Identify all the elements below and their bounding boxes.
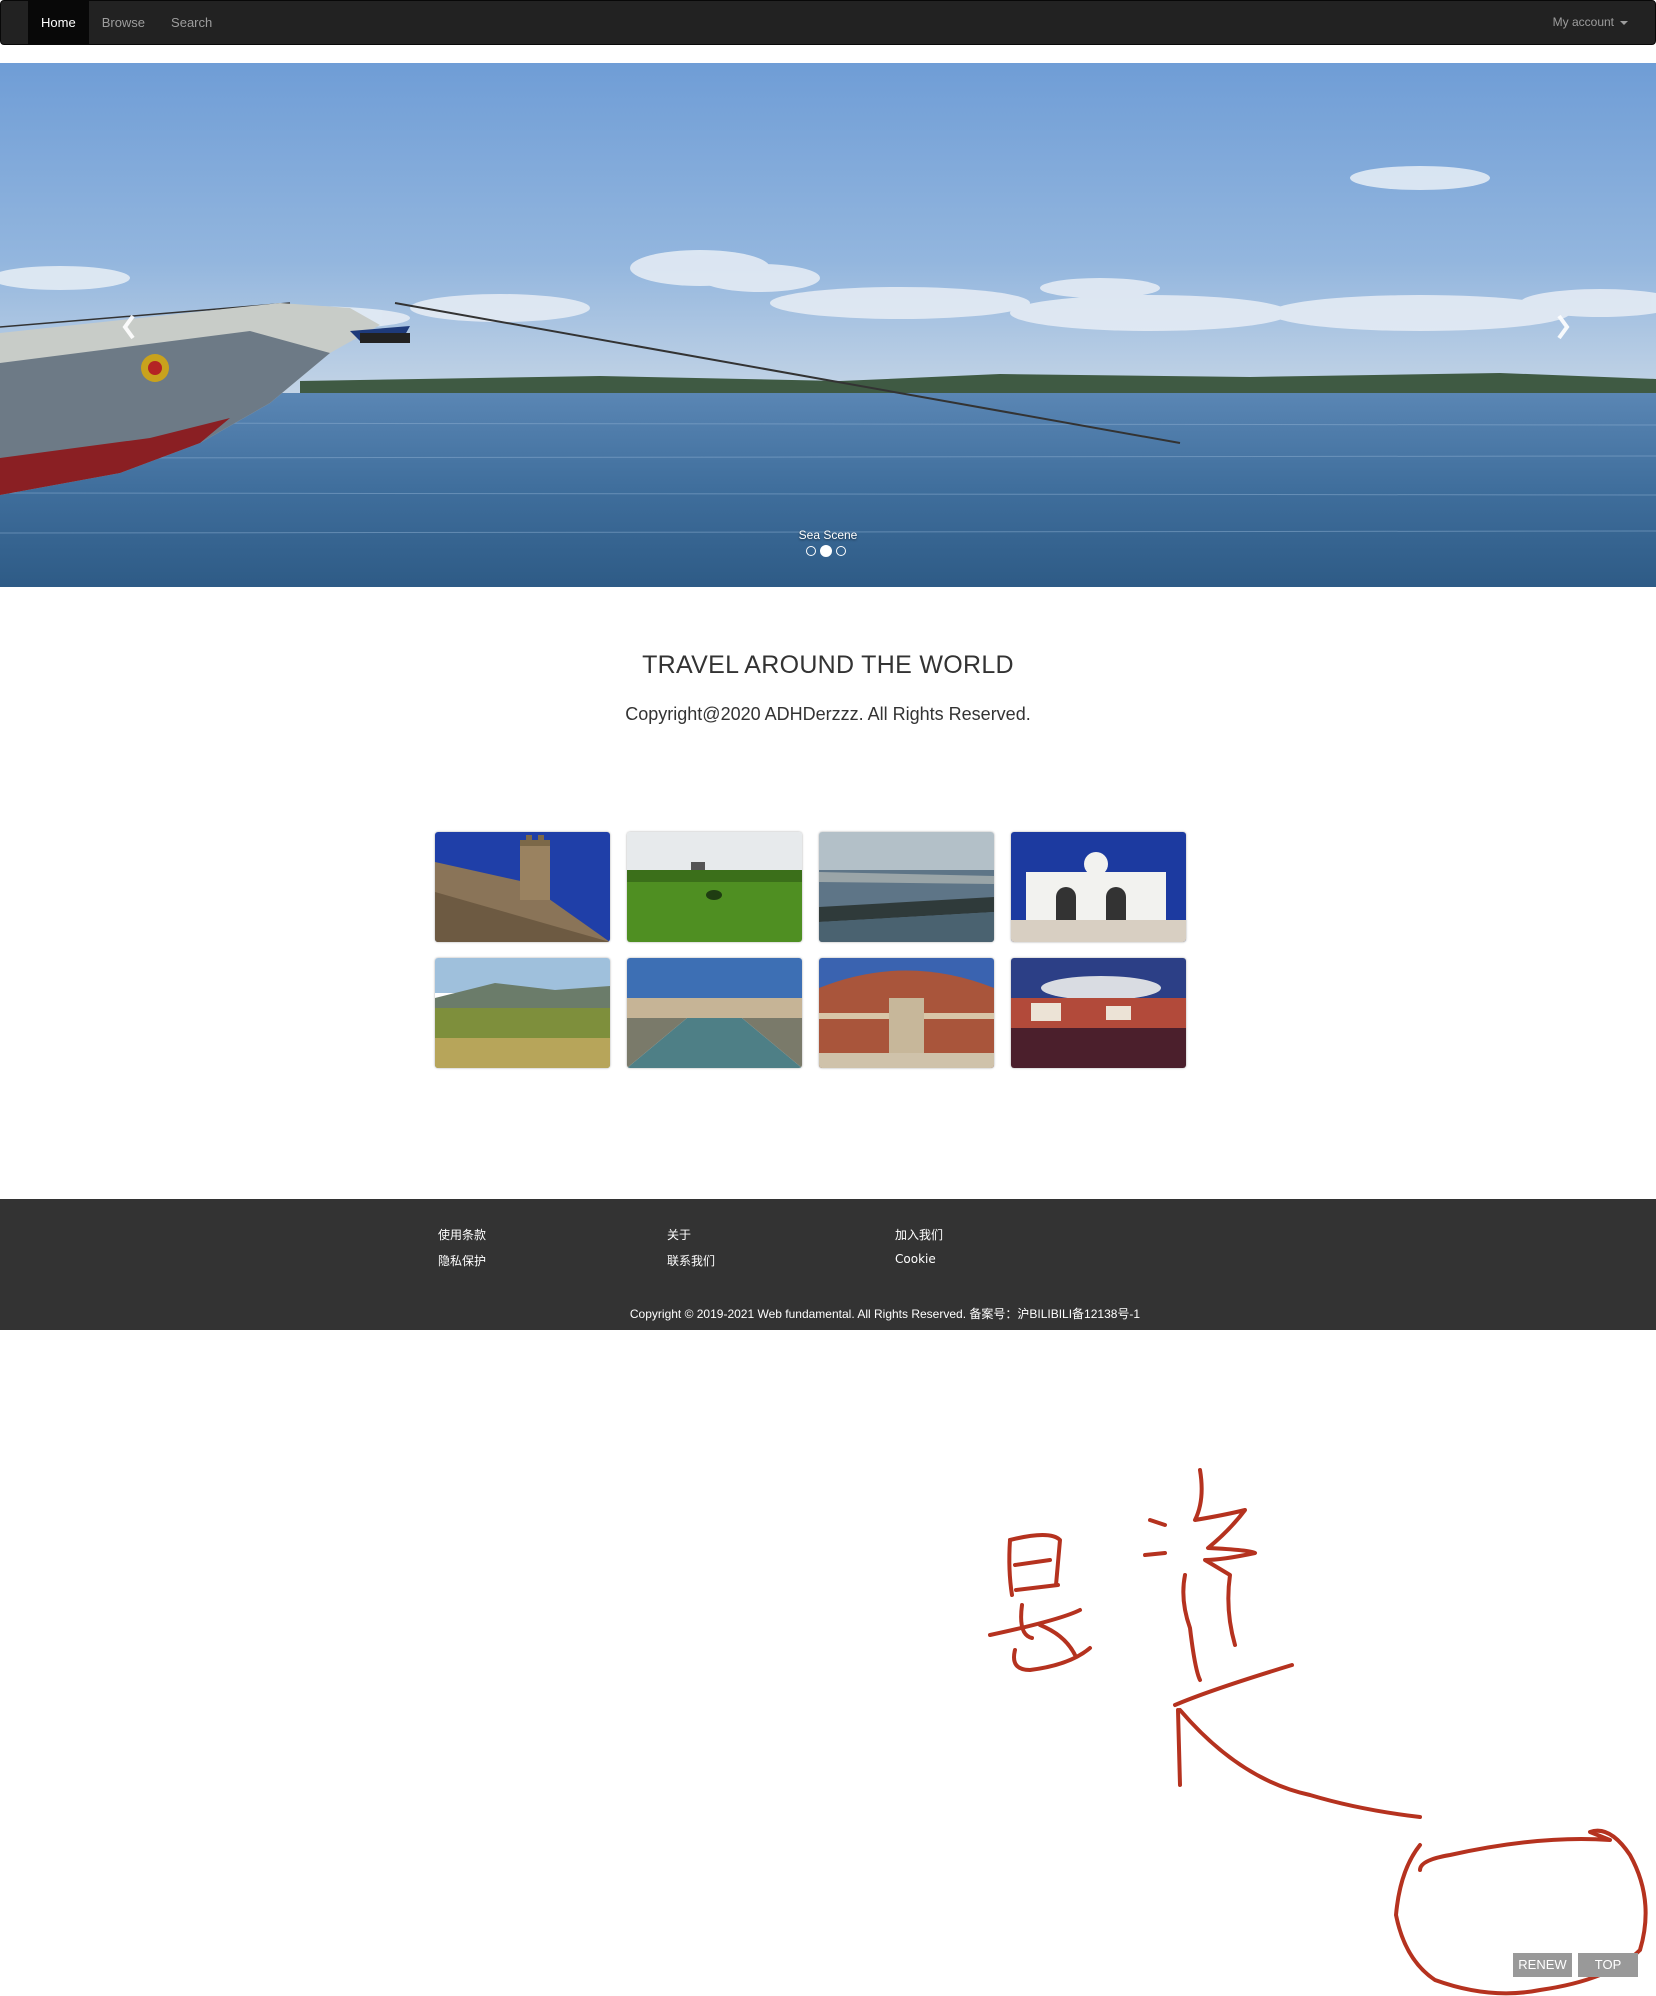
church-image <box>1011 832 1186 942</box>
nav-browse[interactable]: Browse <box>89 1 158 44</box>
footer-link-contact[interactable]: 联系我们 <box>667 1252 715 1269</box>
carousel-caption: Sea Scene <box>798 528 858 542</box>
footer-link-terms[interactable]: 使用条款 <box>438 1226 486 1243</box>
footer-copyright: Copyright © 2019-2021 Web fundamental. A… <box>629 1307 1141 1321</box>
hillside-image <box>435 958 610 1068</box>
gallery-photo-concert-hall[interactable] <box>819 958 994 1068</box>
renew-button[interactable]: RENEW <box>1513 1953 1572 1977</box>
hero-copyright: Copyright@2020 ADHDerzzz. All Rights Res… <box>625 704 1031 724</box>
gallery-photo-field[interactable] <box>627 832 802 942</box>
nav-menu: Home Browse Search <box>28 1 225 44</box>
handwritten-annotation <box>988 1468 1648 1996</box>
canal-image <box>627 958 802 1068</box>
footer-link-about[interactable]: 关于 <box>667 1226 691 1243</box>
footer-link-privacy[interactable]: 隐私保护 <box>438 1252 486 1269</box>
caret-down-icon <box>1620 20 1628 25</box>
top-navbar: Home Browse Search My account <box>0 0 1656 45</box>
castle-image <box>435 832 610 942</box>
nav-home[interactable]: Home <box>28 1 89 44</box>
back-to-top-button[interactable]: TOP <box>1578 1953 1638 1977</box>
footer-link-join[interactable]: 加入我们 <box>895 1226 943 1243</box>
carousel-next-button[interactable] <box>1524 288 1604 368</box>
carousel-indicator[interactable] <box>806 546 816 556</box>
gallery-photo-harbor[interactable] <box>1011 958 1186 1068</box>
chevron-left-icon <box>122 314 135 340</box>
photo-gallery <box>435 832 1187 1068</box>
harbor-image <box>1011 958 1186 1068</box>
nav-search[interactable]: Search <box>158 1 225 44</box>
gallery-photo-castle[interactable] <box>435 832 610 942</box>
gallery-photo-hillside[interactable] <box>435 958 610 1068</box>
account-label: My account <box>1552 15 1614 29</box>
page-title: TRAVEL AROUND THE WORLD <box>642 651 1014 679</box>
footer-link-cookie[interactable]: Cookie <box>895 1252 936 1266</box>
chevron-right-icon <box>1557 314 1570 340</box>
field-image <box>627 832 802 942</box>
coast-image <box>819 832 994 942</box>
account-dropdown[interactable]: My account <box>1553 1 1628 44</box>
gallery-photo-coast[interactable] <box>819 832 994 942</box>
hero-carousel: Sea Scene <box>0 63 1656 587</box>
carousel-indicator-active[interactable] <box>820 545 832 557</box>
carousel-indicators <box>806 545 846 557</box>
concert-hall-image <box>819 958 994 1068</box>
page-footer: 使用条款 隐私保护 关于 联系我们 加入我们 Cookie Copyright … <box>0 1199 1656 1330</box>
carousel-indicator[interactable] <box>836 546 846 556</box>
carousel-prev-button[interactable] <box>88 288 168 368</box>
gallery-photo-church[interactable] <box>1011 832 1186 942</box>
gallery-photo-canal[interactable] <box>627 958 802 1068</box>
carousel-slide-image <box>0 63 1656 587</box>
